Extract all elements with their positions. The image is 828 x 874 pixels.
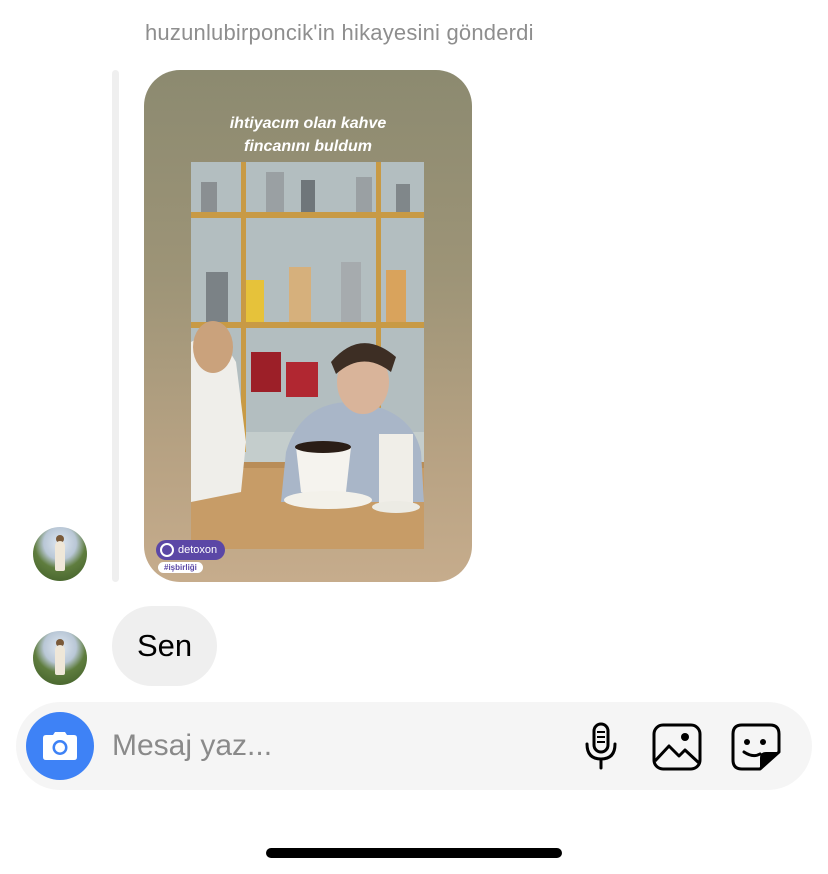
sticker-button[interactable]	[731, 722, 781, 772]
microphone-icon	[585, 722, 617, 770]
avatar-figure-body	[55, 541, 65, 571]
shared-story-card[interactable]: ihtiyacım olan kahve fincanını buldum de…	[144, 70, 472, 582]
microphone-button[interactable]	[576, 722, 626, 772]
gallery-button[interactable]	[652, 722, 702, 772]
story-header-text: huzunlubirponcik'in hikayesini gönderdi	[145, 20, 534, 45]
story-photo	[191, 162, 424, 549]
camera-icon	[43, 732, 77, 760]
camera-button[interactable]	[26, 712, 94, 780]
brand-logo-icon	[160, 543, 174, 557]
reply-quote-line	[112, 70, 119, 582]
story-photo-illustration	[191, 162, 424, 549]
sender-avatar-message[interactable]	[33, 631, 87, 685]
message-composer	[16, 702, 812, 790]
brand-collab-tag: #işbirliği	[158, 562, 203, 573]
message-bubble[interactable]: Sen	[112, 606, 218, 686]
home-indicator	[266, 848, 562, 858]
message-input[interactable]	[112, 724, 552, 768]
story-caption: ihtiyacım olan kahve fincanını buldum	[229, 115, 387, 155]
sender-avatar-story[interactable]	[33, 527, 87, 581]
brand-name: detoxon	[178, 544, 218, 556]
gallery-icon	[652, 723, 702, 771]
avatar-figure-body	[55, 645, 65, 675]
sticker-icon	[731, 723, 781, 771]
brand-badge: detoxon	[156, 540, 226, 560]
